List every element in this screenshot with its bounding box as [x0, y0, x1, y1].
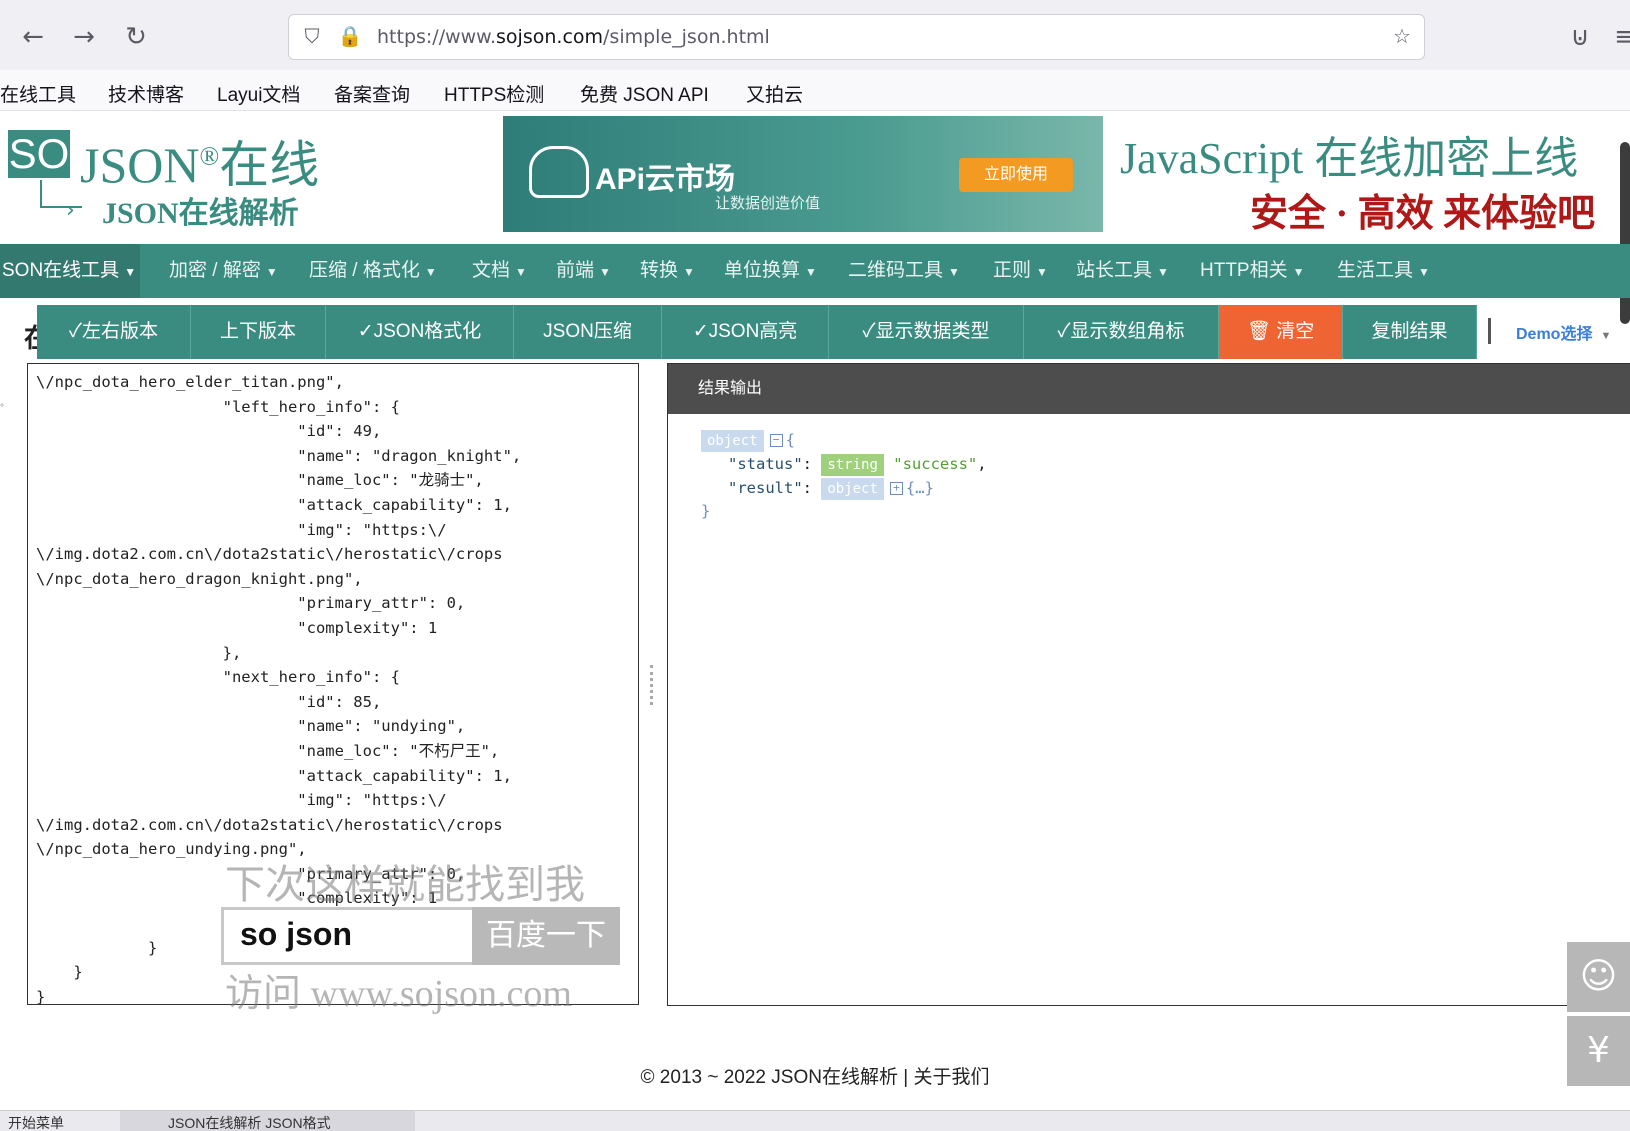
- nav-item-compress[interactable]: 压缩 / 格式化 ▼: [309, 244, 437, 298]
- promo-slogan[interactable]: 安全 · 高效 来体验吧: [1250, 182, 1595, 237]
- nav-item-json-tools[interactable]: SON在线工具 ▼: [0, 244, 141, 298]
- type-badge: object: [701, 430, 764, 452]
- caret-down-icon: ▼: [515, 265, 527, 279]
- demo-select-dropdown[interactable]: Demo选择 ▼: [1516, 320, 1611, 344]
- nav-item-regex[interactable]: 正则 ▼: [993, 244, 1048, 298]
- promo-headline[interactable]: JavaScript 在线加密上线: [1120, 122, 1578, 186]
- caret-down-icon: ▼: [1418, 265, 1430, 279]
- expand-icon[interactable]: +: [889, 482, 903, 495]
- bookmark-item[interactable]: HTTPS检测: [444, 80, 544, 107]
- nav-item-qrcode[interactable]: 二维码工具 ▼: [848, 244, 960, 298]
- banner-subtitle: 让数据创造价值: [715, 195, 821, 212]
- lock-icon[interactable]: 🔒: [337, 23, 363, 49]
- bookmark-item[interactable]: Layui文档: [217, 80, 300, 107]
- back-icon[interactable]: ←: [18, 22, 48, 52]
- json-compress-button[interactable]: JSON压缩: [514, 305, 662, 359]
- logo-so-box[interactable]: SO: [8, 130, 70, 178]
- bookmark-item[interactable]: 备案查询: [334, 80, 410, 107]
- caret-down-icon: ▼: [1292, 265, 1305, 279]
- taskbar-window[interactable]: JSON在线解析 JSON格式: [120, 1111, 415, 1131]
- panel-resize-handle[interactable]: [650, 665, 657, 705]
- nav-item-frontend[interactable]: 前端 ▼: [556, 244, 611, 298]
- watermark-line-1: 下次这样就能找到我: [225, 862, 585, 907]
- cloud-icon: [529, 146, 589, 198]
- result-title: 结果输出: [668, 364, 1630, 414]
- clear-button[interactable]: 🗑 清空: [1219, 305, 1343, 359]
- layout-top-bottom-button[interactable]: 上下版本: [191, 305, 326, 359]
- pocket-icon[interactable]: ⊍: [1565, 22, 1595, 52]
- json-status-line: "status": string "success",: [728, 454, 987, 476]
- bookmark-item[interactable]: 免费 JSON API: [580, 80, 709, 107]
- watermark-search-box: so json: [221, 907, 477, 965]
- json-result-line: "result": object + {…}: [728, 478, 934, 500]
- json-format-button[interactable]: ✓JSON格式化: [326, 305, 514, 359]
- address-bar[interactable]: ⛉ 🔒 https://www.sojson.com/simple_json.h…: [288, 14, 1425, 60]
- type-badge: object: [821, 478, 884, 500]
- url-text[interactable]: https://www.sojson.com/simple_json.html: [377, 26, 770, 48]
- layout-left-right-button[interactable]: ✓左右版本: [37, 305, 191, 359]
- nav-item-units[interactable]: 单位换算 ▼: [724, 244, 817, 298]
- qq-icon[interactable]: ☺: [1567, 942, 1630, 1012]
- caret-down-icon: ▼: [805, 265, 817, 279]
- caret-down-icon: ▼: [424, 265, 437, 279]
- bookmark-star-icon[interactable]: ☆: [1389, 23, 1415, 49]
- bookmark-item[interactable]: 在线工具: [0, 80, 76, 107]
- show-array-index-button[interactable]: ✓显示数组角标: [1024, 305, 1219, 359]
- nav-item-http[interactable]: HTTP相关 ▼: [1200, 244, 1305, 298]
- caret-down-icon: ▼: [265, 265, 278, 279]
- logo-arrowhead-icon: ›: [66, 198, 75, 223]
- caret-down-icon: ▼: [124, 265, 137, 279]
- gutter-marker: °: [0, 403, 4, 414]
- caret-down-icon: ▼: [948, 265, 960, 279]
- nav-item-encrypt[interactable]: 加密 / 解密 ▼: [169, 244, 278, 298]
- watermark-line-3: 访问 www.sojson.com: [225, 973, 572, 1015]
- menu-icon[interactable]: ≡: [1610, 22, 1630, 52]
- api-banner[interactable]: APi云市场 让数据创造价值 立即使用: [503, 116, 1103, 232]
- banner-title: APi云市场: [595, 163, 736, 196]
- nav-item-convert[interactable]: 转换 ▼: [640, 244, 695, 298]
- caret-down-icon: ▼: [683, 265, 695, 279]
- os-taskbar: 开始菜单 JSON在线解析 JSON格式: [0, 1110, 1630, 1131]
- caret-down-icon: ▼: [1600, 330, 1612, 342]
- caret-down-icon: ▼: [599, 265, 611, 279]
- collapse-icon[interactable]: −: [769, 434, 783, 447]
- nav-item-life[interactable]: 生活工具 ▼: [1337, 244, 1430, 298]
- browser-toolbar: ← → ↻ ⛉ 🔒 https://www.sojson.com/simple_…: [0, 0, 1630, 71]
- nav-item-docs[interactable]: 文档 ▼: [472, 244, 527, 298]
- shield-icon[interactable]: ⛉: [299, 23, 325, 49]
- nav-item-webmaster[interactable]: 站长工具 ▼: [1076, 244, 1169, 298]
- caret-down-icon: ▼: [1157, 265, 1169, 279]
- footer-copyright[interactable]: © 2013 ~ 2022 JSON在线解析 | 关于我们: [0, 1062, 1630, 1089]
- show-data-type-button[interactable]: ✓显示数据类型: [829, 305, 1024, 359]
- watermark-search-button: 百度一下: [472, 907, 620, 965]
- caret-down-icon: ▼: [1036, 265, 1048, 279]
- type-badge: string: [821, 454, 884, 476]
- json-root-line: object −{: [701, 430, 795, 452]
- json-close-line: }: [701, 502, 711, 520]
- bookmark-item[interactable]: 技术博客: [108, 80, 184, 107]
- bookmark-item[interactable]: 又拍云: [746, 80, 803, 107]
- banner-use-now-button[interactable]: 立即使用: [959, 158, 1073, 192]
- reload-icon[interactable]: ↻: [121, 22, 151, 52]
- main-nav: SON在线工具 ▼ 加密 / 解密 ▼ 压缩 / 格式化 ▼ 文档 ▼ 前端 ▼ 转换 ▼ …: [0, 244, 1630, 298]
- logo-arrow: [40, 180, 82, 208]
- logo-subtitle: JSON在线解析: [102, 197, 299, 230]
- bookmarks-bar: 在线工具 技术博客 Layui文档 备案查询 HTTPS检测 免费 JSON A…: [0, 70, 1630, 111]
- forward-icon[interactable]: →: [69, 22, 99, 52]
- divider: [1488, 318, 1491, 344]
- start-menu-item[interactable]: 开始菜单: [8, 1113, 64, 1131]
- copy-result-button[interactable]: 复制结果: [1343, 305, 1477, 359]
- logo-json-text[interactable]: JSON®在线: [80, 125, 319, 197]
- result-panel: 结果输出 object −{ "status": string "success"…: [667, 363, 1630, 1006]
- json-highlight-button[interactable]: ✓JSON高亮: [662, 305, 829, 359]
